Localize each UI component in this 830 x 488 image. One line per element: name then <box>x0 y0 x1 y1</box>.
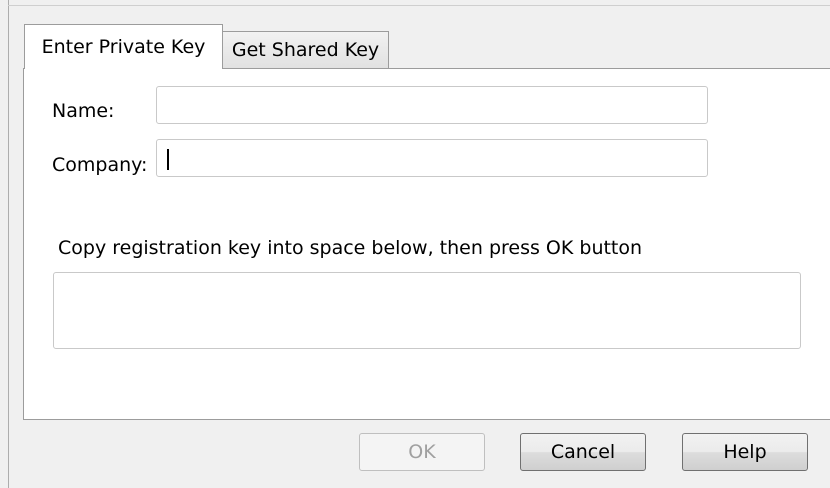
window-border-left <box>8 0 9 488</box>
registration-dialog: Enter Private Key Get Shared Key Name: C… <box>0 0 830 488</box>
help-button[interactable]: Help <box>682 433 808 471</box>
tab-label: Get Shared Key <box>231 38 380 61</box>
name-label: Name: <box>52 100 115 122</box>
company-label: Company: <box>52 154 148 176</box>
cancel-button[interactable]: Cancel <box>520 433 646 471</box>
registration-key-field[interactable] <box>53 272 801 349</box>
tab-get-shared-key[interactable]: Get Shared Key <box>223 31 389 69</box>
ok-button[interactable]: OK <box>359 433 485 471</box>
name-field[interactable] <box>156 86 708 124</box>
tab-label: Enter Private Key <box>41 35 206 58</box>
instruction-text: Copy registration key into space below, … <box>58 237 643 259</box>
tab-panel: Name: Company: Copy registration key int… <box>23 68 830 420</box>
text-caret <box>167 149 169 170</box>
window-border-top <box>8 5 830 6</box>
tab-enter-private-key[interactable]: Enter Private Key <box>24 24 223 69</box>
company-field[interactable] <box>156 139 708 177</box>
